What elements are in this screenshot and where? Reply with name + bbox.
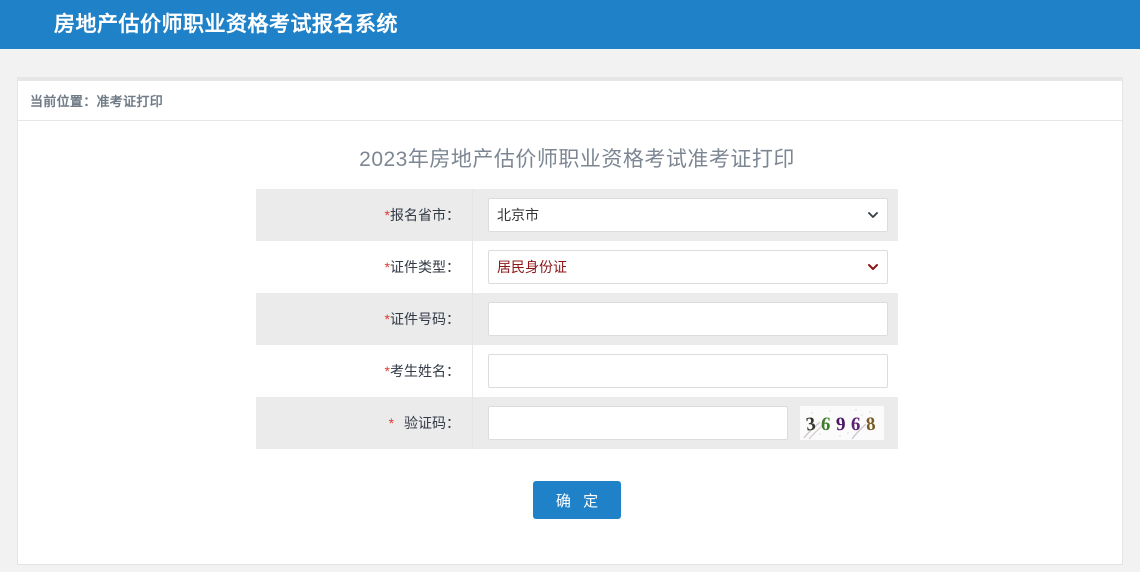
content-panel: 当前位置：准考证打印 2023年房地产估价师职业资格考试准考证打印 *报名省市：… — [17, 77, 1123, 565]
breadcrumb: 当前位置：准考证打印 — [30, 91, 163, 110]
page-background: 当前位置：准考证打印 2023年房地产估价师职业资格考试准考证打印 *报名省市：… — [0, 49, 1140, 572]
field-cell-candidate-name — [473, 345, 899, 397]
field-label-province: *报名省市： — [256, 189, 473, 241]
page-title: 2023年房地产估价师职业资格考试准考证打印 — [18, 143, 1122, 173]
province-select-value: 北京市 — [488, 198, 888, 232]
label-text: 验证码： — [400, 415, 460, 431]
table-row: *证件类型： 居民身份证 — [256, 241, 898, 293]
candidate-name-input[interactable] — [488, 354, 888, 388]
site-header: 房地产估价师职业资格考试报名系统 — [0, 0, 1140, 49]
label-text: 证件号码： — [390, 311, 460, 327]
captcha-image[interactable]: 36968 — [800, 406, 884, 440]
table-row: *证件号码： — [256, 293, 898, 345]
form-area: 2023年房地产估价师职业资格考试准考证打印 *报名省市： 北京市 — [18, 121, 1122, 519]
label-text: 考生姓名： — [390, 363, 460, 379]
svg-text:9: 9 — [836, 414, 847, 435]
field-cell-id-type: 居民身份证 — [473, 241, 899, 293]
table-row: *考生姓名： — [256, 345, 898, 397]
field-label-candidate-name: *考生姓名： — [256, 345, 473, 397]
province-select[interactable]: 北京市 — [488, 198, 888, 232]
site-title: 房地产估价师职业资格考试报名系统 — [54, 14, 398, 35]
svg-text:6: 6 — [821, 414, 832, 436]
field-label-id-type: *证件类型： — [256, 241, 473, 293]
id-number-input[interactable] — [488, 302, 888, 336]
registration-form-table: *报名省市： 北京市 — [256, 189, 898, 449]
label-text: 证件类型： — [390, 259, 460, 275]
field-cell-province: 北京市 — [473, 189, 899, 241]
chevron-down-icon — [868, 262, 878, 272]
breadcrumb-bar: 当前位置：准考证打印 — [18, 81, 1122, 121]
captcha-input[interactable] — [488, 406, 788, 440]
id-type-select-value: 居民身份证 — [488, 250, 888, 284]
table-row: * 验证码： 36968 — [256, 397, 898, 449]
id-type-select[interactable]: 居民身份证 — [488, 250, 888, 284]
required-asterisk: * — [389, 415, 394, 431]
submit-button[interactable]: 确 定 — [533, 481, 621, 519]
field-label-captcha: * 验证码： — [256, 397, 473, 449]
svg-text:8: 8 — [866, 414, 877, 436]
field-label-id-number: *证件号码： — [256, 293, 473, 345]
table-row: *报名省市： 北京市 — [256, 189, 898, 241]
label-text: 报名省市： — [390, 207, 460, 223]
field-cell-id-number — [473, 293, 899, 345]
chevron-down-icon — [868, 210, 878, 220]
svg-text:6: 6 — [851, 414, 861, 435]
submit-row: 确 定 — [18, 481, 1122, 519]
field-cell-captcha: 36968 — [473, 397, 899, 449]
